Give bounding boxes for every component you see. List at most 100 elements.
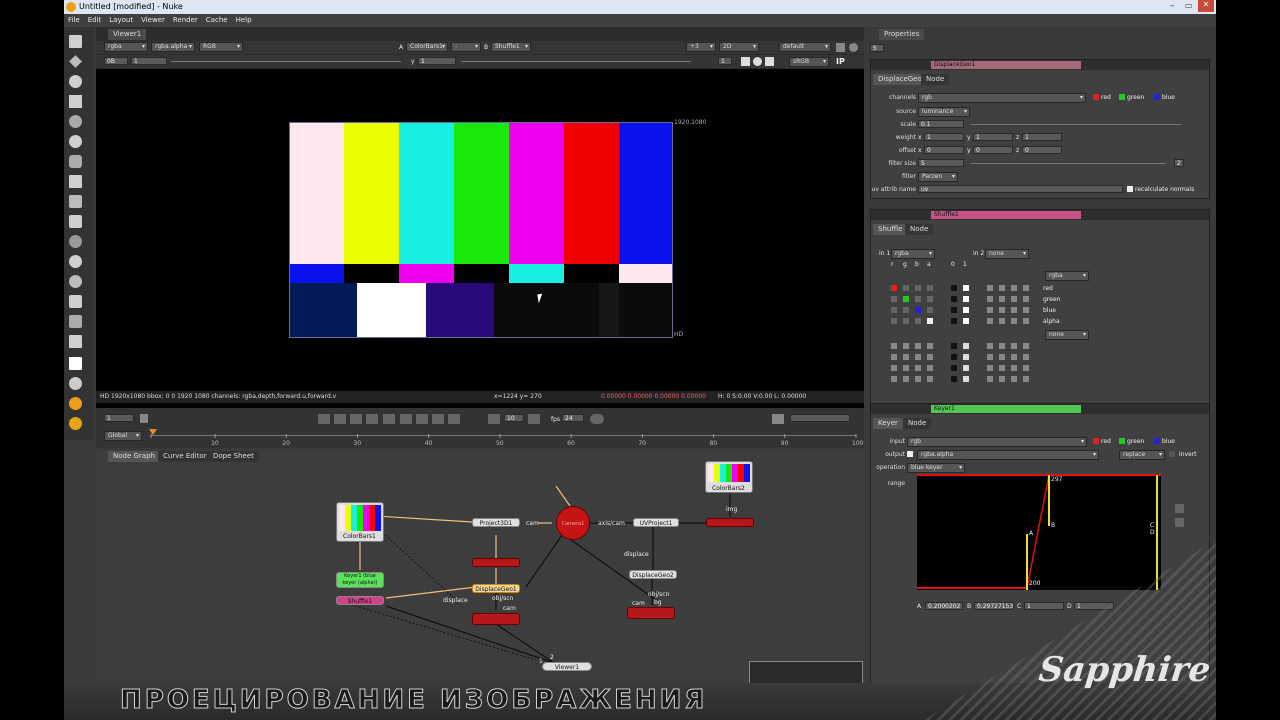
filter-dropdown[interactable]: Parzen xyxy=(918,172,958,182)
shuffle-cell[interactable] xyxy=(891,376,897,382)
shuffle-cell[interactable] xyxy=(1023,354,1029,360)
shuffle-cell[interactable] xyxy=(1011,354,1017,360)
max-panels-field[interactable]: 5 xyxy=(870,44,884,52)
scanline2-node[interactable] xyxy=(627,607,675,619)
compare-op-dropdown[interactable]: - xyxy=(451,42,481,52)
flipbook-icon[interactable] xyxy=(772,414,784,424)
zoom-in-icon[interactable] xyxy=(1175,504,1184,513)
skip-forward-button[interactable] xyxy=(528,414,540,424)
keyer-blue-check[interactable] xyxy=(1154,438,1160,444)
shuffle-cell[interactable] xyxy=(915,307,921,313)
shuffle-cell[interactable] xyxy=(891,318,897,324)
sapphire-tools-icon[interactable] xyxy=(69,417,82,430)
shuffle-cell[interactable] xyxy=(1011,376,1017,382)
colorbars2-node[interactable]: ColorBars2 xyxy=(705,461,753,493)
shuffle-cell[interactable] xyxy=(903,307,909,313)
shuffle-cell[interactable] xyxy=(1011,285,1017,291)
shuffle-cell[interactable] xyxy=(903,285,909,291)
merge-tools-icon[interactable] xyxy=(69,175,82,188)
views-tools-icon[interactable] xyxy=(69,275,82,288)
shuffle-cell[interactable] xyxy=(1023,307,1029,313)
tab-shuffle-node[interactable]: Node xyxy=(905,224,934,235)
displacegeo1-node[interactable]: DisplaceGeo1 xyxy=(472,584,520,593)
shuffle-cell[interactable] xyxy=(915,285,921,291)
keyer1-node[interactable]: Keyer1 (blue keyer (alpha)) xyxy=(336,572,384,588)
gain-field[interactable]: 1 xyxy=(131,57,167,65)
current-frame-field[interactable]: 1 xyxy=(104,414,134,422)
displacegeo2-node[interactable]: DisplaceGeo2 xyxy=(629,570,677,579)
transform-tools-icon[interactable] xyxy=(69,195,82,208)
gizmo-tools-icon[interactable] xyxy=(69,357,82,370)
shuffle-cell[interactable] xyxy=(891,343,897,349)
shuffle-cell[interactable] xyxy=(1023,376,1029,382)
shuffle-cell[interactable] xyxy=(987,296,993,302)
next-frame-button[interactable] xyxy=(416,414,428,424)
shuffle-cell[interactable] xyxy=(927,354,933,360)
shuffle-cell[interactable] xyxy=(1023,296,1029,302)
fps-field[interactable]: 24 xyxy=(562,414,584,422)
shuffle-cell[interactable] xyxy=(963,365,969,371)
keyer1-name[interactable]: Keyer1 xyxy=(931,405,1081,413)
maximize-button[interactable]: ▭ xyxy=(1185,1,1197,11)
red-check[interactable] xyxy=(1093,94,1099,100)
project3d1-node[interactable]: Project3D1 xyxy=(472,518,520,527)
shuffle-cell[interactable] xyxy=(915,343,921,349)
shuffle-cell[interactable] xyxy=(951,285,957,291)
camera1-node[interactable]: Camera1 xyxy=(556,506,590,540)
viewer-lock-icon[interactable] xyxy=(836,43,845,52)
shuffle-cell[interactable] xyxy=(999,307,1005,313)
minimize-button[interactable]: – xyxy=(1170,1,1182,11)
invert-check[interactable] xyxy=(1169,451,1175,457)
stop-button[interactable] xyxy=(383,414,395,424)
play-back-button[interactable] xyxy=(366,414,378,424)
furnace-tools-icon[interactable] xyxy=(69,377,82,390)
scanline1-node[interactable] xyxy=(472,613,520,625)
shuffle-cell[interactable] xyxy=(915,296,921,302)
draw-tools-icon[interactable] xyxy=(69,55,82,68)
displacegeo1-name[interactable]: DisplaceGeo1 xyxy=(931,61,1081,69)
shuffle-cell[interactable] xyxy=(891,296,897,302)
uv-attrib-field[interactable]: uv xyxy=(918,185,1123,193)
shuffle-cell[interactable] xyxy=(987,365,993,371)
filter-size-field[interactable]: 5 xyxy=(918,159,964,167)
shuffle-cell[interactable] xyxy=(903,343,909,349)
range-handle-a[interactable]: A xyxy=(1029,530,1033,537)
timeline-lock-icon[interactable] xyxy=(140,414,148,423)
shuffle-cell[interactable] xyxy=(915,318,921,324)
in1-dropdown[interactable]: rgba xyxy=(891,249,935,259)
operation-dropdown[interactable]: blue keyer xyxy=(907,463,965,473)
shuffle-cell[interactable] xyxy=(1011,343,1017,349)
weight-z-field[interactable]: 1 xyxy=(1022,133,1062,141)
green-check[interactable] xyxy=(1119,94,1125,100)
menu-viewer[interactable]: Viewer xyxy=(137,14,169,24)
filter-size-badge[interactable]: 2 xyxy=(1174,159,1184,167)
shuffle-cell[interactable] xyxy=(915,365,921,371)
range-handle-d[interactable]: D xyxy=(1150,529,1155,536)
shuffle-cell[interactable] xyxy=(927,343,933,349)
offset-x-field[interactable]: 0 xyxy=(924,146,964,154)
roi-icon[interactable] xyxy=(765,57,774,66)
displace-grade-node[interactable] xyxy=(472,558,520,567)
last-frame-button[interactable] xyxy=(448,414,460,424)
next-keyframe-button[interactable] xyxy=(432,414,444,424)
tab-properties[interactable]: Properties xyxy=(879,29,925,40)
refresh-icon[interactable] xyxy=(753,57,762,66)
out2-dropdown[interactable]: none xyxy=(1045,330,1089,340)
shuffle-cell[interactable] xyxy=(1023,285,1029,291)
shuffle-cell[interactable] xyxy=(891,285,897,291)
shuffle-cell[interactable] xyxy=(903,354,909,360)
shuffle-cell[interactable] xyxy=(963,285,969,291)
shuffle-cell[interactable] xyxy=(951,296,957,302)
display-dropdown[interactable]: RGB xyxy=(199,42,243,52)
alpha-dropdown[interactable]: rgba.alpha xyxy=(151,42,195,52)
shuffle-cell[interactable] xyxy=(1011,318,1017,324)
keyer-green-check[interactable] xyxy=(1119,438,1125,444)
shuffle-cell[interactable] xyxy=(999,296,1005,302)
view-dropdown[interactable]: 2D xyxy=(719,42,759,52)
menu-layout[interactable]: Layout xyxy=(105,14,137,24)
particles-tools-icon[interactable] xyxy=(69,235,82,248)
shuffle1-name[interactable]: Shuffle1 xyxy=(931,211,1081,219)
3d-tools-icon[interactable] xyxy=(69,215,82,228)
shuffle-cell[interactable] xyxy=(927,376,933,382)
channels-dropdown[interactable]: rgba xyxy=(104,42,148,52)
